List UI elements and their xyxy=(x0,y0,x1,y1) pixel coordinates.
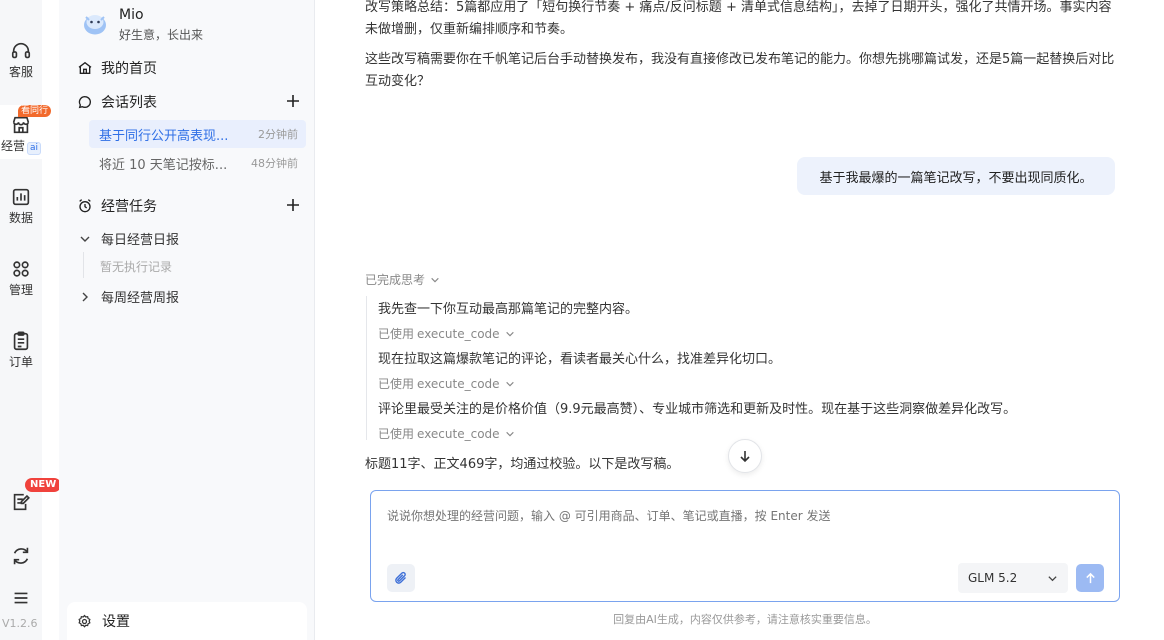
weekly-report-label: 每周经营周报 xyxy=(101,291,180,306)
tree-daily-report[interactable]: 每日经营日报 xyxy=(79,229,179,248)
grid-dots-icon xyxy=(13,261,29,277)
rail-menu[interactable] xyxy=(0,587,42,609)
rail-refresh[interactable] xyxy=(0,545,42,567)
send-button[interactable] xyxy=(1076,564,1104,592)
thought-step: 现在拉取这篇爆款笔记的评论，看读者最关心什么，找准差异化切口。 xyxy=(378,352,782,367)
conversation-item-active[interactable]: 基于同行公开高表现... 2分钟前 xyxy=(89,120,306,148)
conversation-item[interactable]: 将近 10 天笔记按标... 48分钟前 xyxy=(89,149,306,177)
scroll-to-bottom-button[interactable] xyxy=(728,439,762,473)
add-conversation-button[interactable] xyxy=(285,93,301,109)
nav-conversations[interactable]: 会话列表 xyxy=(77,92,157,112)
chevron-right-icon xyxy=(82,292,88,301)
tree-weekly-report[interactable]: 每周经营周报 xyxy=(79,287,179,306)
thought-step: 我先查一下你互动最高那篇笔记的完整内容。 xyxy=(378,302,639,317)
user-message-bubble: 基于我最爆的一篇笔记改写，不要出现同质化。 xyxy=(797,157,1115,195)
rail-orders[interactable]: 订单 xyxy=(0,330,42,369)
tool-used-prefix: 已使用 xyxy=(378,427,415,441)
menu-icon xyxy=(14,592,28,604)
thought-guide-line xyxy=(366,296,367,440)
tree-guide-line xyxy=(83,252,84,278)
model-select-value: GLM 5.2 xyxy=(968,571,1018,585)
headset-icon xyxy=(11,42,31,59)
conversation-time: 2分钟前 xyxy=(258,128,298,141)
alarm-clock-icon xyxy=(79,199,91,213)
message-input[interactable] xyxy=(387,509,1087,523)
app-root: 客服 经营 ai 看同行 数据 管理 订单 NEW V1.2.6 Mio 好生意… xyxy=(0,0,1164,640)
daily-empty-text: 暂无执行记录 xyxy=(100,260,173,274)
add-task-button[interactable] xyxy=(285,197,301,213)
edit-note-icon xyxy=(13,493,30,511)
ai-disclaimer: 回复由AI生成，内容仅供参考，请注意核实重要信息。 xyxy=(613,613,877,626)
conversation-title: 将近 10 天笔记按标... xyxy=(99,157,228,173)
chevron-down-icon xyxy=(505,381,514,386)
settings-button[interactable]: 设置 xyxy=(67,602,307,640)
competitor-badge: 看同行 xyxy=(18,105,52,117)
rail-service-label: 客服 xyxy=(8,65,33,79)
chevron-down-icon xyxy=(431,277,439,282)
clipboard-icon xyxy=(13,331,29,351)
tool-name: execute_code xyxy=(417,376,500,391)
chat-bubble-icon xyxy=(78,96,91,109)
rail-business-text: 经营 xyxy=(0,139,25,153)
conversation-time: 48分钟前 xyxy=(251,157,298,170)
conversation-title: 基于同行公开高表现... xyxy=(99,128,229,144)
tool-call-toggle[interactable]: 已使用 execute_code xyxy=(378,375,515,392)
rail-business[interactable]: 经营 ai xyxy=(0,114,42,155)
refresh-icon xyxy=(13,547,29,565)
paperclip-icon xyxy=(395,571,406,584)
avatar[interactable] xyxy=(82,10,108,36)
nav-home-label: 我的首页 xyxy=(101,61,157,77)
ai-chip: ai xyxy=(27,142,42,155)
assistant-result-text: 标题11字、正文469字，均通过校验。以下是改写稿。 xyxy=(365,457,680,472)
assistant-paragraph: 改写策略总结：5篇都应用了「短句换行节奏 + 痛点/反问标题 + 清单式信息结构… xyxy=(365,0,1112,37)
rail-notes-new[interactable] xyxy=(0,491,42,513)
thought-toggle[interactable]: 已完成思考 xyxy=(365,271,440,288)
bar-chart-icon xyxy=(12,188,30,206)
rail-data[interactable]: 数据 xyxy=(0,186,42,225)
thought-step: 评论里最受关注的是价格价值（9.9元最高赞）、专业城市筛选和更新及时性。现在基于… xyxy=(378,402,1017,417)
new-badge: NEW xyxy=(25,478,62,492)
tool-used-prefix: 已使用 xyxy=(378,377,415,391)
rail-data-label: 数据 xyxy=(8,211,33,225)
arrow-down-icon xyxy=(740,451,750,463)
tool-call-toggle[interactable]: 已使用 execute_code xyxy=(378,325,515,342)
assistant-paragraph: 这些改写稿需要你在千帆笔记后台手动替换发布，我没有直接修改已发布笔记的能力。你想… xyxy=(365,52,1115,89)
icon-rail: 客服 经营 ai 看同行 数据 管理 订单 NEW V1.2.6 xyxy=(0,0,62,640)
chevron-down-icon xyxy=(505,431,514,436)
nav-tasks-label: 经营任务 xyxy=(101,199,157,215)
home-icon xyxy=(78,61,92,74)
thought-header-label: 已完成思考 xyxy=(365,273,426,287)
nav-home[interactable]: 我的首页 xyxy=(77,58,157,78)
gear-icon xyxy=(78,614,91,628)
rail-business-label: 经营 ai xyxy=(0,139,42,155)
arrow-up-icon xyxy=(1085,572,1095,583)
tool-name: execute_code xyxy=(417,426,500,441)
model-select[interactable]: GLM 5.2 xyxy=(958,563,1068,593)
chevron-down-icon xyxy=(80,236,90,242)
message-composer: GLM 5.2 xyxy=(370,490,1120,602)
chevron-down-icon xyxy=(505,331,514,336)
attach-button[interactable] xyxy=(387,564,415,592)
rail-manage-label: 管理 xyxy=(8,283,33,297)
tool-used-prefix: 已使用 xyxy=(378,327,415,341)
settings-label: 设置 xyxy=(102,614,130,630)
tool-name: execute_code xyxy=(417,326,500,341)
profile-motto: 好生意，长出来 xyxy=(119,28,204,42)
chevron-down-icon xyxy=(1048,575,1057,581)
daily-report-label: 每日经营日报 xyxy=(101,233,180,248)
profile-name: Mio xyxy=(119,7,144,23)
store-icon xyxy=(12,116,30,134)
tool-call-toggle[interactable]: 已使用 execute_code xyxy=(378,425,515,442)
rail-service[interactable]: 客服 xyxy=(0,40,42,79)
version-label: V1.2.6 xyxy=(2,617,38,630)
nav-tasks[interactable]: 经营任务 xyxy=(77,196,157,216)
rail-orders-label: 订单 xyxy=(8,355,33,369)
nav-conversations-label: 会话列表 xyxy=(101,95,157,111)
rail-manage[interactable]: 管理 xyxy=(0,258,42,297)
